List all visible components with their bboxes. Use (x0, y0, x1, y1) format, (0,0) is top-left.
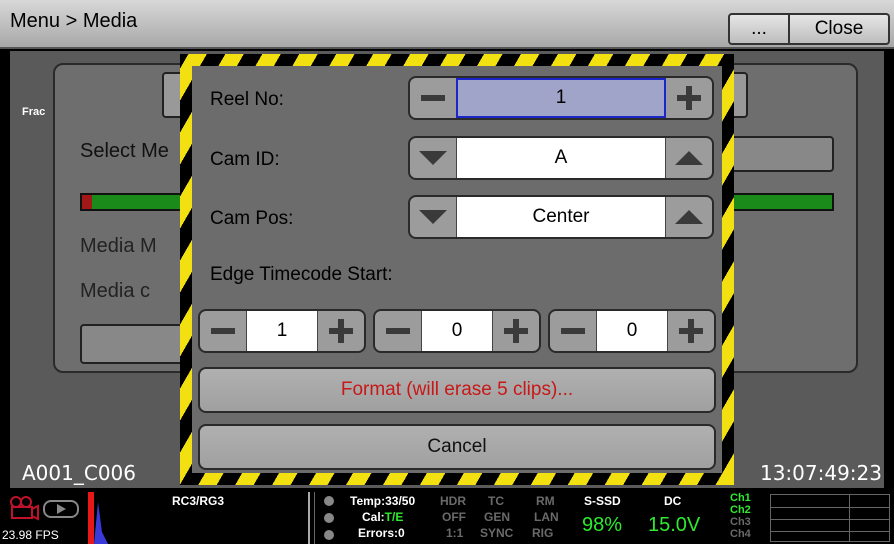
triangle-up-icon (675, 210, 703, 224)
record-status-icons (10, 496, 79, 521)
clip-name: A001_C006 (22, 461, 136, 485)
cam-pos-stepper: Center (408, 195, 714, 239)
edge-tc-3-increment-button[interactable] (668, 311, 714, 351)
hdr-label: HDR (440, 494, 466, 508)
cam-pos-value[interactable]: Center (456, 197, 666, 237)
plus-icon (679, 319, 703, 343)
title-bar: Menu > Media ... Close (0, 0, 894, 49)
edge-tc-1-decrement-button[interactable] (200, 311, 246, 351)
edge-tc-2-value[interactable]: 0 (421, 311, 493, 351)
play-icon (43, 500, 79, 518)
rm-rig: RIG (532, 526, 554, 540)
frac-label: Frac (22, 106, 46, 118)
tc-mode: GEN (484, 510, 511, 524)
minus-icon (211, 328, 235, 334)
status-dot (324, 496, 334, 506)
format-button-label: Format (will erase 5 clips)... (340, 379, 574, 400)
temp-readout: Temp:33/50 (350, 494, 416, 508)
background-select-box (720, 136, 834, 172)
divider (308, 492, 310, 544)
background-media-bar-right (720, 193, 834, 211)
background-media-m-label: Media M (80, 235, 157, 257)
reel-no-value[interactable]: 1 (456, 78, 666, 118)
plus-icon (504, 319, 528, 343)
reel-no-label: Reel No: (210, 89, 284, 110)
close-button[interactable]: Close (790, 13, 890, 45)
cam-pos-down-button[interactable] (410, 197, 456, 237)
cam-id-stepper: A (408, 136, 714, 180)
timecode: 13:07:49:23 (759, 461, 882, 485)
cal-prefix: Cal: (362, 510, 385, 524)
reel-decrement-button[interactable] (410, 78, 456, 118)
power-value: 15.0V (648, 514, 701, 536)
hdr-value: OFF (442, 510, 466, 524)
edge-timecode-label: Edge Timecode Start: (210, 264, 393, 285)
cam-pos-label: Cam Pos: (210, 208, 294, 229)
tc-sync: SYNC (480, 526, 514, 540)
rm-lan: LAN (534, 510, 559, 524)
media-label: S-SSD (584, 494, 621, 508)
rm-label: RM (536, 494, 555, 508)
minus-icon (386, 328, 410, 334)
edge-tc-3-decrement-button[interactable] (550, 311, 596, 351)
media-value: 98% (582, 514, 623, 536)
cal-readout: Cal:T/E (362, 510, 403, 524)
cam-id-label: Cam ID: (210, 149, 280, 170)
edge-tc-2-increment-button[interactable] (493, 311, 539, 351)
channel-4: Ch4 (730, 528, 751, 540)
page-title: Menu > Media (10, 10, 138, 32)
errors-readout: Errors:0 (358, 526, 405, 540)
status-dot (324, 513, 334, 523)
cal-value: T/E (384, 510, 404, 524)
edge-timecode-stepper-2: 0 (373, 309, 541, 353)
camera-icon (10, 496, 39, 521)
rc-label: RC3/RG3 (172, 494, 225, 508)
audio-meter-grid (770, 494, 890, 542)
background-button (80, 324, 190, 364)
cam-pos-up-button[interactable] (666, 197, 712, 237)
cam-id-up-button[interactable] (666, 138, 712, 178)
power-label: DC (664, 494, 682, 508)
edge-tc-3-value[interactable]: 0 (596, 311, 668, 351)
edge-tc-1-value[interactable]: 1 (246, 311, 318, 351)
edge-tc-1-increment-button[interactable] (318, 311, 364, 351)
hdr-ratio: 1:1 (446, 526, 464, 540)
triangle-down-icon (419, 210, 447, 224)
cam-id-down-button[interactable] (410, 138, 456, 178)
background-media-bar-left (80, 193, 190, 211)
reel-increment-button[interactable] (666, 78, 712, 118)
cancel-button[interactable]: Cancel (198, 424, 716, 470)
background-select-media-label: Select Me (80, 140, 169, 162)
histogram (94, 502, 108, 544)
edge-tc-2-decrement-button[interactable] (375, 311, 421, 351)
triangle-up-icon (675, 151, 703, 165)
channel-1: Ch1 (730, 492, 751, 504)
status-dot (324, 530, 334, 540)
triangle-down-icon (419, 151, 447, 165)
minus-icon (421, 95, 445, 101)
divider (314, 492, 315, 544)
dialog-body: Reel No: 1 Cam ID: A Cam Pos: Center Edg… (192, 66, 722, 473)
channel-2: Ch2 (730, 504, 751, 516)
format-button[interactable]: Format (will erase 5 clips)... (198, 367, 716, 413)
minus-icon (561, 328, 585, 334)
more-button[interactable]: ... (728, 13, 790, 45)
background-media-c-label: Media c (80, 280, 151, 302)
fps-readout: 23.98 FPS (2, 528, 59, 542)
cam-id-value[interactable]: A (456, 138, 666, 178)
plus-icon (677, 86, 701, 110)
reel-no-stepper: 1 (408, 76, 714, 120)
edge-timecode-stepper-1: 1 (198, 309, 366, 353)
cancel-button-label: Cancel (427, 436, 487, 457)
tc-label: TC (488, 494, 504, 508)
edge-timecode-stepper-3: 0 (548, 309, 716, 353)
format-dialog: Reel No: 1 Cam ID: A Cam Pos: Center Edg… (180, 54, 734, 485)
channel-3: Ch3 (730, 516, 751, 528)
plus-icon (329, 319, 353, 343)
